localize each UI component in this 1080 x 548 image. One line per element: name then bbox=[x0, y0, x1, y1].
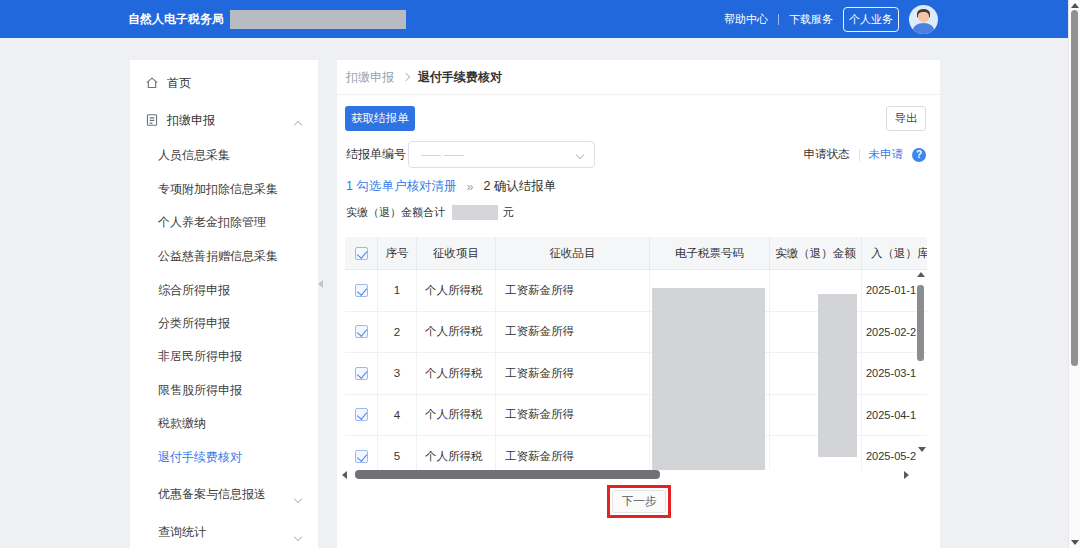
header-checkbox[interactable] bbox=[355, 247, 368, 260]
help-center-link[interactable]: 帮助中心 bbox=[724, 12, 768, 27]
apply-status-label: 申请状态 bbox=[804, 147, 850, 162]
table-hscrollbar-thumb[interactable] bbox=[355, 470, 660, 479]
redacted-amount bbox=[452, 205, 498, 220]
col-seq: 序号 bbox=[378, 237, 417, 269]
amount-summary-label: 实缴（退）金额合计 bbox=[346, 205, 445, 220]
sidebar-item-query-statistics[interactable]: 查询统计 bbox=[130, 520, 318, 544]
sidebar-item-special-deduction[interactable]: 专项附加扣除信息采集 bbox=[130, 177, 318, 201]
amount-summary: 实缴（退）金额合计 元 bbox=[346, 204, 514, 220]
table-scroll-left-icon[interactable] bbox=[342, 471, 347, 479]
row-checkbox[interactable] bbox=[355, 325, 368, 338]
sidebar-item-pension-deduction[interactable]: 个人养老金扣除管理 bbox=[130, 210, 318, 234]
step-separator: » bbox=[466, 180, 473, 194]
sidebar-item-withholding[interactable]: 扣缴申报 bbox=[130, 108, 318, 132]
select-placeholder: —— —— bbox=[421, 142, 464, 168]
redacted-amounts bbox=[818, 294, 857, 457]
status-divider bbox=[859, 149, 860, 161]
export-button[interactable]: 导出 bbox=[886, 106, 926, 131]
apply-status: 申请状态 未申请 ? bbox=[804, 141, 927, 168]
fetch-statement-button[interactable]: 获取结报单 bbox=[345, 106, 415, 131]
download-service-link[interactable]: 下载服务 bbox=[789, 12, 833, 27]
sidebar: 首页 扣缴申报 人员信息采集 专项附加扣除信息采集 个人养老金扣除管理 公益慈善… bbox=[130, 60, 318, 548]
row-checkbox[interactable] bbox=[355, 450, 368, 463]
breadcrumb-current: 退付手续费核对 bbox=[418, 69, 502, 86]
row-checkbox[interactable] bbox=[355, 284, 368, 297]
annotation-red-box: 下一步 bbox=[607, 485, 671, 518]
browser-scrollbar-thumb[interactable] bbox=[1071, 10, 1078, 366]
form-icon bbox=[145, 113, 159, 127]
sidebar-item-nonresident-income[interactable]: 非居民所得申报 bbox=[130, 344, 318, 368]
breadcrumb: 扣缴申报 退付手续费核对 bbox=[337, 60, 940, 95]
table-scroll-down-icon[interactable] bbox=[918, 447, 926, 452]
header-divider bbox=[778, 14, 779, 25]
apply-status-value: 未申请 bbox=[869, 147, 904, 162]
chevron-up-icon bbox=[294, 121, 302, 129]
row-checkbox[interactable] bbox=[355, 367, 368, 380]
amount-unit: 元 bbox=[503, 205, 514, 220]
next-step-button[interactable]: 下一步 bbox=[612, 490, 666, 513]
avatar-body bbox=[913, 23, 934, 34]
app-title: 自然人电子税务局 bbox=[128, 11, 224, 28]
sidebar-item-restricted-shares[interactable]: 限售股所得申报 bbox=[130, 378, 318, 402]
chevron-down-icon bbox=[294, 533, 302, 541]
table-header: 序号 征收项目 征收品目 电子税票号码 实缴（退）金额 入（退）库 bbox=[345, 237, 927, 270]
sidebar-item-charity-donation[interactable]: 公益慈善捐赠信息采集 bbox=[130, 244, 318, 268]
step-2: 2 确认结报单 bbox=[483, 178, 556, 195]
col-amount: 实缴（退）金额 bbox=[770, 237, 862, 269]
wizard-steps: 1 勾选单户核对清册 » 2 确认结报单 bbox=[346, 178, 556, 195]
statement-number-select[interactable]: —— —— bbox=[408, 141, 595, 168]
breadcrumb-parent[interactable]: 扣缴申报 bbox=[346, 69, 394, 86]
sidebar-collapse-icon[interactable] bbox=[318, 280, 323, 288]
home-icon bbox=[145, 76, 159, 90]
sidebar-item-preferential-filing[interactable]: 优惠备案与信息报送 bbox=[130, 482, 318, 506]
sidebar-item-home[interactable]: 首页 bbox=[130, 71, 318, 95]
table-scroll-up-icon[interactable] bbox=[917, 272, 925, 277]
statement-number-label: 结报单编号 bbox=[346, 141, 406, 168]
scroll-down-icon[interactable] bbox=[1071, 540, 1079, 545]
avatar[interactable] bbox=[909, 5, 938, 34]
scroll-up-icon[interactable] bbox=[1071, 3, 1079, 8]
app-header: 自然人电子税务局 帮助中心 下载服务 个人业务 bbox=[0, 0, 1068, 38]
col-storage-date: 入（退）库 bbox=[862, 237, 927, 269]
sidebar-item-comprehensive-income[interactable]: 综合所得申报 bbox=[130, 278, 318, 302]
sidebar-item-tax-payment[interactable]: 税款缴纳 bbox=[130, 411, 318, 435]
step-1: 1 勾选单户核对清册 bbox=[346, 178, 456, 195]
main-panel: 扣缴申报 退付手续费核对 获取结报单 导出 结报单编号 —— —— 申请状态 未… bbox=[337, 60, 940, 548]
question-icon[interactable]: ? bbox=[912, 148, 926, 162]
redacted-company-name bbox=[230, 10, 406, 29]
breadcrumb-chevron-icon bbox=[402, 73, 410, 81]
sidebar-item-classified-income[interactable]: 分类所得申报 bbox=[130, 311, 318, 335]
chevron-down-icon bbox=[294, 495, 302, 503]
table-vscrollbar-thumb[interactable] bbox=[917, 285, 924, 361]
col-einvoice-no: 电子税票号码 bbox=[650, 237, 770, 269]
col-project: 征收项目 bbox=[417, 237, 496, 269]
sidebar-item-personnel-info[interactable]: 人员信息采集 bbox=[130, 143, 318, 167]
select-chevron-icon bbox=[576, 151, 584, 159]
personal-business-button[interactable]: 个人业务 bbox=[843, 7, 899, 32]
row-checkbox[interactable] bbox=[355, 408, 368, 421]
sidebar-item-refund-fee-check[interactable]: 退付手续费核对 bbox=[130, 445, 318, 469]
col-item: 征收品目 bbox=[496, 237, 650, 269]
avatar-face bbox=[918, 12, 929, 22]
redacted-einvoice-numbers bbox=[652, 288, 765, 470]
browser-scrollbar[interactable] bbox=[1068, 0, 1080, 548]
table-scroll-right-icon[interactable] bbox=[904, 471, 909, 479]
